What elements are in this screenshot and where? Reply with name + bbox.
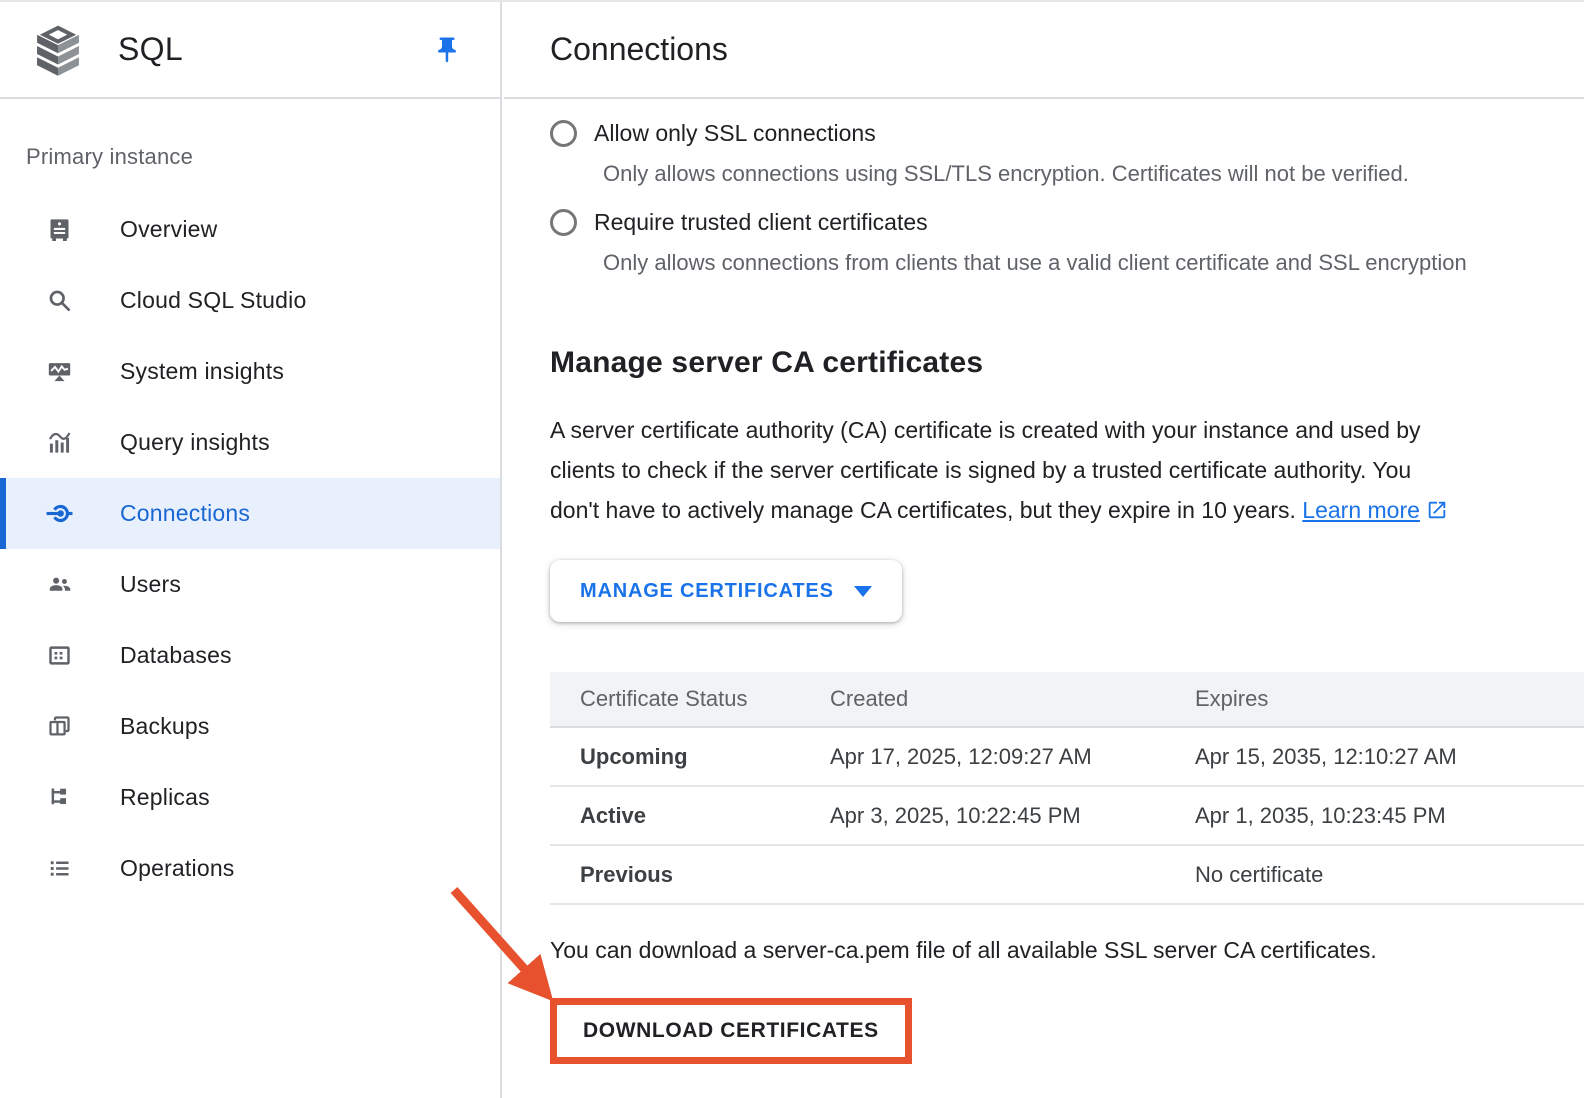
ca-section-body: A server certificate authority (CA) cert… bbox=[550, 410, 1584, 530]
dropdown-caret-icon bbox=[854, 586, 872, 597]
sidebar-item-backups[interactable]: Backups bbox=[0, 691, 500, 762]
sidebar-item-label: Operations bbox=[120, 855, 235, 882]
input-icon bbox=[46, 500, 73, 527]
table-row: Active Apr 3, 2025, 10:22:45 PM Apr 1, 2… bbox=[550, 787, 1584, 846]
sidebar-item-label: Cloud SQL Studio bbox=[120, 287, 306, 314]
main-header: Connections bbox=[504, 2, 1584, 99]
table-header-row: Certificate Status Created Expires bbox=[550, 672, 1584, 728]
tree-icon bbox=[46, 784, 73, 811]
sidebar-item-label: Users bbox=[120, 571, 181, 598]
annotation-highlight-box: DOWNLOAD CERTIFICATES bbox=[550, 998, 912, 1064]
page-title: Connections bbox=[550, 31, 728, 68]
cert-created: Apr 3, 2025, 10:22:45 PM bbox=[830, 803, 1195, 829]
radio-label[interactable]: Require trusted client certificates bbox=[594, 209, 928, 236]
ca-section-title: Manage server CA certificates bbox=[550, 346, 1584, 380]
instance-section-label: Primary instance bbox=[26, 144, 500, 170]
column-header-status: Certificate Status bbox=[550, 686, 830, 712]
pin-icon[interactable] bbox=[432, 35, 462, 65]
cert-created: Apr 17, 2025, 12:09:27 AM bbox=[830, 744, 1195, 770]
main-content: Allow only SSL connections Only allows c… bbox=[504, 99, 1584, 1064]
chart-icon bbox=[46, 429, 73, 456]
download-certificates-button[interactable]: DOWNLOAD CERTIFICATES bbox=[557, 1005, 905, 1057]
cert-expires: Apr 1, 2035, 10:23:45 PM bbox=[1195, 803, 1584, 829]
sidebar-item-overview[interactable]: Overview bbox=[0, 194, 500, 265]
sidebar-item-label: System insights bbox=[120, 358, 284, 385]
sidebar-item-label: Overview bbox=[120, 216, 217, 243]
open-in-new-icon[interactable] bbox=[1426, 499, 1448, 521]
sidebar-item-system-insights[interactable]: System insights bbox=[0, 336, 500, 407]
sidebar-item-connections[interactable]: Connections bbox=[0, 478, 500, 549]
monitor-icon bbox=[46, 358, 73, 385]
product-title: SQL bbox=[118, 31, 183, 68]
sidebar-item-databases[interactable]: Databases bbox=[0, 620, 500, 691]
column-header-created: Created bbox=[830, 686, 1195, 712]
download-note: You can download a server-ca.pem file of… bbox=[550, 937, 1584, 964]
search-icon bbox=[46, 287, 73, 314]
sidebar-item-label: Connections bbox=[120, 500, 250, 527]
radio-label[interactable]: Allow only SSL connections bbox=[594, 120, 876, 147]
cloud-sql-logo-icon bbox=[30, 21, 86, 79]
sidebar-item-users[interactable]: Users bbox=[0, 549, 500, 620]
manage-certificates-label: MANAGE CERTIFICATES bbox=[580, 580, 834, 603]
column-header-expires: Expires bbox=[1195, 686, 1584, 712]
sidebar-item-query-insights[interactable]: Query insights bbox=[0, 407, 500, 478]
main-panel: Connections Allow only SSL connections O… bbox=[504, 2, 1584, 1098]
radio-button[interactable] bbox=[550, 209, 577, 236]
body-line: don't have to actively manage CA certifi… bbox=[550, 497, 1296, 523]
body-line: A server certificate authority (CA) cert… bbox=[550, 410, 1584, 450]
sidebar-item-operations[interactable]: Operations bbox=[0, 833, 500, 904]
body-line: clients to check if the server certifica… bbox=[550, 450, 1584, 490]
sidebar-item-cloud-sql-studio[interactable]: Cloud SQL Studio bbox=[0, 265, 500, 336]
people-icon bbox=[46, 571, 73, 598]
sidebar-item-label: Databases bbox=[120, 642, 232, 669]
cert-expires: No certificate bbox=[1195, 862, 1584, 888]
cert-status: Previous bbox=[550, 862, 830, 888]
sidebar-item-label: Backups bbox=[120, 713, 210, 740]
table-row: Previous No certificate bbox=[550, 846, 1584, 905]
ssl-option-allow-only-ssl[interactable]: Allow only SSL connections bbox=[550, 120, 1584, 147]
radio-description: Only allows connections using SSL/TLS en… bbox=[603, 161, 1584, 187]
instance-icon bbox=[46, 216, 73, 243]
sidebar-item-replicas[interactable]: Replicas bbox=[0, 762, 500, 833]
table-row: Upcoming Apr 17, 2025, 12:09:27 AM Apr 1… bbox=[550, 728, 1584, 787]
cloud-sql-connections-page: SQL Primary instance Overview bbox=[0, 0, 1584, 1098]
radio-description: Only allows connections from clients tha… bbox=[603, 250, 1584, 276]
sidebar-nav: Overview Cloud SQL Studio bbox=[0, 194, 500, 904]
ssl-option-require-trusted-certs[interactable]: Require trusted client certificates bbox=[550, 209, 1584, 236]
manage-certificates-button[interactable]: MANAGE CERTIFICATES bbox=[550, 560, 902, 622]
sidebar-item-label: Query insights bbox=[120, 429, 270, 456]
cert-status: Upcoming bbox=[550, 744, 830, 770]
windows-icon bbox=[46, 713, 73, 740]
sidebar-header: SQL bbox=[0, 2, 500, 99]
cert-status: Active bbox=[550, 803, 830, 829]
list-icon bbox=[46, 855, 73, 882]
certificates-table: Certificate Status Created Expires Upcom… bbox=[550, 672, 1584, 905]
sidebar: SQL Primary instance Overview bbox=[0, 2, 502, 1098]
learn-more-link[interactable]: Learn more bbox=[1302, 497, 1420, 523]
sidebar-item-label: Replicas bbox=[120, 784, 210, 811]
radio-button[interactable] bbox=[550, 120, 577, 147]
grid-icon bbox=[46, 642, 73, 669]
cert-expires: Apr 15, 2035, 12:10:27 AM bbox=[1195, 744, 1584, 770]
ssl-options-group: Allow only SSL connections Only allows c… bbox=[550, 99, 1584, 276]
